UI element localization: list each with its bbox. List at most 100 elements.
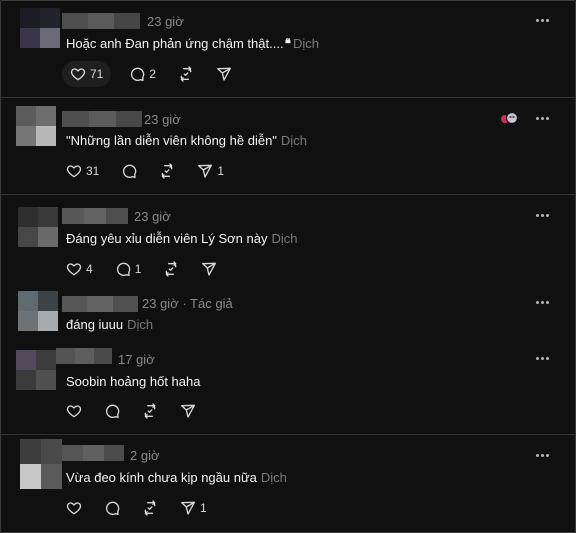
comment-text: "Những lần diễn viên không hề diễn" Dịch: [66, 133, 307, 148]
more-options-icon[interactable]: [536, 454, 550, 458]
comment-text-content: Vừa đeo kính chưa kịp ngầu nữa: [66, 470, 257, 485]
action-bar: 71 2: [62, 61, 250, 87]
comment-text-content: Đáng yêu xỉu diễn viên Lý Sơn này: [66, 231, 268, 246]
timestamp[interactable]: 17 giờ: [118, 352, 155, 367]
translate-link[interactable]: Dịch: [293, 36, 319, 51]
heart-icon: [66, 163, 82, 179]
action-bar: 4 1: [62, 256, 235, 282]
action-bar: 31 1: [62, 158, 242, 184]
comment-text-content: đáng iuuu: [66, 317, 124, 332]
repost-button[interactable]: [138, 495, 162, 521]
repost-icon: [178, 66, 194, 82]
reaction-badge-icon[interactable]: [500, 111, 518, 125]
translate-link[interactable]: Dịch: [281, 133, 307, 148]
send-icon: [197, 163, 213, 179]
send-icon: [180, 500, 196, 516]
share-button[interactable]: 1: [193, 158, 228, 184]
author-tag: · Tác giả: [182, 296, 233, 311]
repost-icon: [159, 163, 175, 179]
share-count: 1: [200, 501, 207, 515]
like-count: 71: [90, 67, 104, 81]
more-options-icon[interactable]: [536, 19, 550, 23]
like-button[interactable]: 4: [62, 256, 97, 282]
avatar[interactable]: [20, 439, 62, 489]
heart-icon: [66, 500, 82, 516]
heart-icon: [66, 403, 82, 419]
comment-1: 23 giờ Hoặc anh Đan phản ứng chậm thật..…: [0, 0, 576, 97]
reply-button[interactable]: [117, 158, 141, 184]
comment-text: Đáng yêu xỉu diễn viên Lý Sơn này Dịch: [66, 231, 298, 246]
translate-link[interactable]: Dịch: [271, 231, 297, 246]
comment-text-content: Hoặc anh Đan phản ứng chậm thật....: [66, 36, 284, 51]
comment-text-content: Soobin hoảng hốt haha: [66, 374, 201, 389]
comment-icon: [121, 163, 137, 179]
like-count: 31: [86, 164, 100, 178]
timestamp-text: 23 giờ: [142, 296, 179, 311]
reply-button[interactable]: 2: [125, 61, 160, 87]
reply-button[interactable]: [100, 398, 124, 424]
repost-button[interactable]: [138, 398, 162, 424]
timestamp[interactable]: 23 giờ: [147, 14, 184, 29]
reply-button[interactable]: 1: [111, 256, 146, 282]
repost-icon: [142, 500, 158, 516]
comment-icon: [104, 403, 120, 419]
avatar[interactable]: [18, 207, 58, 247]
comment-text: đáng iuuu Dịch: [66, 317, 153, 332]
timestamp[interactable]: 23 giờ: [134, 209, 171, 224]
action-bar: 1: [62, 495, 225, 521]
repost-button[interactable]: [159, 256, 183, 282]
comment-icon: [115, 261, 131, 277]
comment-2: 23 giờ "Những lần diễn viên không hề diễ…: [0, 98, 576, 194]
avatar[interactable]: [16, 350, 56, 390]
translate-link[interactable]: Dịch: [261, 470, 287, 485]
timestamp[interactable]: 23 giờ: [144, 112, 181, 127]
like-button[interactable]: 71: [62, 61, 112, 87]
comment-text-content: "Những lần diễn viên không hề diễn": [66, 133, 277, 148]
more-options-icon[interactable]: [536, 214, 550, 218]
share-button[interactable]: [197, 256, 221, 282]
more-options-icon[interactable]: [536, 117, 550, 121]
share-button[interactable]: [176, 398, 200, 424]
repost-icon: [163, 261, 179, 277]
share-button[interactable]: [212, 61, 236, 87]
quote-emoji: ❛❛: [284, 37, 292, 52]
comment-6: 2 giờ Vừa đeo kính chưa kịp ngầu nữa Dịch…: [0, 435, 576, 531]
comment-text: Soobin hoảng hốt haha: [66, 374, 200, 389]
send-icon: [180, 403, 196, 419]
more-options-icon[interactable]: [536, 301, 550, 305]
username-blurred[interactable]: [62, 13, 140, 29]
timestamp[interactable]: 23 giờ · Tác giả: [142, 296, 233, 311]
heart-icon: [66, 261, 82, 277]
share-button[interactable]: 1: [176, 495, 211, 521]
like-count: 4: [86, 262, 93, 276]
like-button[interactable]: [62, 398, 86, 424]
share-count: 1: [217, 164, 225, 178]
send-icon: [216, 66, 232, 82]
send-icon: [201, 261, 217, 277]
username-blurred[interactable]: [62, 208, 128, 224]
comment-5: 17 giờ Soobin hoảng hốt haha: [0, 344, 576, 434]
comment-4: 23 giờ · Tác giả đáng iuuu Dịch: [0, 288, 576, 344]
like-button[interactable]: [62, 495, 86, 521]
avatar[interactable]: [20, 8, 60, 48]
comment-icon: [104, 500, 120, 516]
username-blurred[interactable]: [62, 111, 142, 127]
username-blurred[interactable]: [56, 348, 112, 364]
username-blurred[interactable]: [62, 296, 138, 312]
reply-count: 1: [134, 262, 142, 276]
comment-text: Hoặc anh Đan phản ứng chậm thật....❛❛ Dịc…: [66, 36, 319, 52]
repost-button[interactable]: [174, 61, 198, 87]
avatar[interactable]: [18, 291, 58, 331]
reply-button[interactable]: [100, 495, 124, 521]
comment-3: 23 giờ Đáng yêu xỉu diễn viên Lý Sơn này…: [0, 195, 576, 287]
translate-link[interactable]: Dịch: [127, 317, 153, 332]
more-options-icon[interactable]: [536, 357, 550, 361]
repost-button[interactable]: [155, 158, 179, 184]
username-blurred[interactable]: [62, 445, 124, 461]
comment-icon: [129, 66, 145, 82]
like-button[interactable]: 31: [62, 158, 103, 184]
avatar[interactable]: [16, 106, 56, 146]
comment-text: Vừa đeo kính chưa kịp ngầu nữa Dịch: [66, 470, 287, 485]
timestamp[interactable]: 2 giờ: [130, 448, 160, 463]
action-bar: [62, 398, 214, 424]
